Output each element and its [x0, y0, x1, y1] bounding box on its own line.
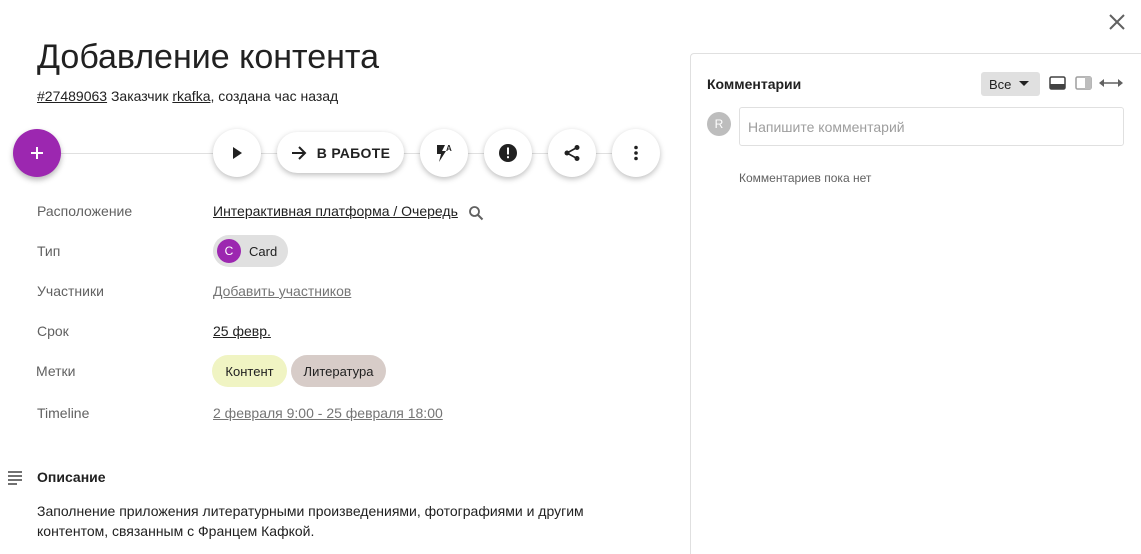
timeline-value: 2 февраля 9:00 - 25 февраля 18:00	[213, 405, 443, 421]
tag-chip-content[interactable]: Контент	[212, 355, 287, 387]
due-value: 25 февр.	[213, 323, 271, 339]
chevron-down-icon	[1019, 81, 1030, 86]
expand-horizontal-icon[interactable]	[1099, 79, 1123, 87]
status-button[interactable]: В РАБОТЕ	[277, 132, 404, 173]
more-vert-icon	[634, 145, 638, 161]
close-button[interactable]	[1104, 9, 1130, 35]
customer-prefix: Заказчик	[110, 88, 169, 104]
participants-label: Участники	[37, 283, 104, 299]
timeline-link[interactable]: 2 февраля 9:00 - 25 февраля 18:00	[213, 405, 443, 421]
add-participants-link[interactable]: Добавить участников	[213, 283, 351, 299]
type-avatar: C	[217, 239, 241, 263]
task-id-link[interactable]: #27489063	[37, 88, 107, 104]
share-button[interactable]	[548, 129, 596, 177]
participants-value: Добавить участников	[213, 283, 351, 299]
add-button[interactable]	[13, 129, 61, 177]
dock-bottom-icon[interactable]	[1049, 76, 1066, 90]
page-title: Добавление контента	[37, 38, 379, 76]
svg-text:A: A	[446, 144, 452, 153]
location-link[interactable]: Интерактивная платформа / Очередь	[213, 203, 458, 219]
flash-auto-icon: A	[437, 144, 452, 162]
plus-icon	[31, 147, 43, 159]
location-label: Расположение	[37, 203, 133, 219]
description-title: Описание	[37, 469, 106, 485]
tags-label: Метки	[36, 363, 76, 379]
type-chip-label: Card	[249, 243, 278, 259]
comments-filter-select[interactable]: Все	[981, 72, 1040, 96]
alert-icon	[499, 144, 517, 162]
task-meta: #27489063 Заказчик rkafka, создана час н…	[37, 88, 338, 104]
timeline-label: Timeline	[37, 405, 90, 421]
due-label: Срок	[37, 323, 69, 339]
arrow-right-icon	[291, 145, 307, 160]
type-chip[interactable]: C Card	[213, 235, 288, 267]
notes-icon	[8, 471, 22, 485]
comments-panel: Комментарии Все R Комментариев пока нет	[690, 53, 1141, 554]
play-icon	[233, 147, 242, 159]
more-button[interactable]	[612, 129, 660, 177]
location-value: Интерактивная платформа / Очередь	[213, 203, 484, 221]
close-icon	[1109, 14, 1125, 30]
play-button[interactable]	[213, 129, 261, 177]
empty-comments-text: Комментариев пока нет	[739, 171, 872, 185]
comments-title: Комментарии	[707, 76, 802, 92]
description-text[interactable]: Заполнение приложения литературными прои…	[37, 501, 637, 541]
status-label: В РАБОТЕ	[316, 144, 391, 161]
search-icon[interactable]	[468, 205, 484, 221]
dock-right-icon[interactable]	[1075, 76, 1092, 90]
priority-button[interactable]	[484, 129, 532, 177]
tag-chip-literature[interactable]: Литература	[291, 355, 386, 387]
filter-value: Все	[989, 76, 1012, 92]
auto-flash-button[interactable]: A	[420, 129, 468, 177]
comment-input[interactable]	[739, 107, 1124, 146]
share-icon	[564, 145, 580, 161]
avatar: R	[707, 112, 731, 136]
due-date-link[interactable]: 25 февр.	[213, 323, 271, 339]
type-label: Тип	[37, 243, 61, 259]
created-text: , создана час назад	[210, 88, 339, 104]
customer-link[interactable]: rkafka	[172, 88, 210, 104]
